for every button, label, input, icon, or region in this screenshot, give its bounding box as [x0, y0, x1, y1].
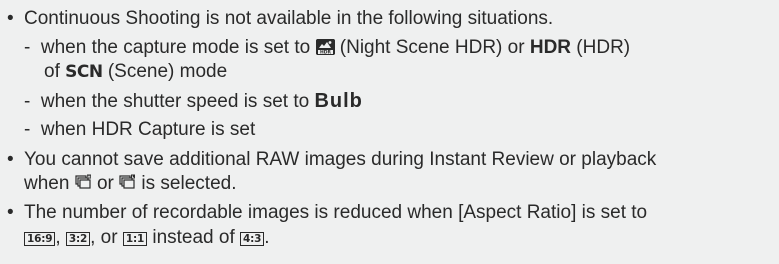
- separator: instead of: [147, 227, 241, 248]
- dash-marker: -: [24, 119, 31, 140]
- continuous-drive-lo-icon: L: [119, 174, 136, 191]
- svg-text:H: H: [87, 174, 90, 179]
- aspect-ratio-3-2-icon: 3:2: [65, 232, 91, 246]
- continuous-drive-hi-icon: H: [75, 174, 92, 191]
- bullet-2-text-b: or: [91, 173, 120, 194]
- sub-item-bulb: - when the shutter speed is set to Bulb: [24, 89, 363, 114]
- bullet-2-text-a: when: [24, 173, 75, 194]
- bullet-marker: •: [7, 8, 14, 29]
- scn-mode-label: SCN: [65, 62, 103, 82]
- bullet-1-text: Continuous Shooting is not available in …: [24, 8, 554, 29]
- sub-item-hdr-text: when HDR Capture is set: [40, 119, 256, 140]
- svg-text:HDR: HDR: [320, 50, 332, 56]
- dash-marker: -: [24, 37, 31, 58]
- period: .: [264, 227, 270, 248]
- bullet-marker: •: [7, 149, 14, 170]
- dash-marker: -: [24, 91, 31, 112]
- sub-item-text-a: when the capture mode is set to: [40, 37, 316, 58]
- sub-item-bulb-text: when the shutter speed is set to: [40, 91, 315, 112]
- sub-item-text-b: (Night Scene HDR) or: [334, 37, 530, 58]
- sub-item-text-d: of: [44, 61, 66, 82]
- aspect-ratio-4-3-icon: 4:3: [240, 232, 265, 246]
- sub-item-night-scene: - when the capture mode is set to HDR (N…: [24, 36, 630, 60]
- bullet-marker: •: [7, 202, 14, 223]
- separator: ,: [55, 227, 66, 248]
- bullet-3-line-1: The number of recordable images is reduc…: [24, 202, 648, 223]
- bullet-2-line-2: when H or L is selected.: [24, 172, 236, 196]
- bullet-3-line-2: 16:9, 3:2, or 1:1 instead of 4:3.: [24, 226, 270, 250]
- aspect-ratio-16-9-icon: 16:9: [24, 232, 56, 246]
- sub-item-text-c: (HDR): [571, 37, 631, 58]
- aspect-ratio-1-1-icon: 1:1: [122, 232, 148, 246]
- bulb-label: Bulb: [314, 90, 363, 112]
- bullet-2-text-c: is selected.: [136, 173, 237, 194]
- bullet-2-line-1: You cannot save additional RAW images du…: [24, 149, 657, 170]
- sub-item-hdr-capture: - when HDR Capture is set: [24, 118, 255, 142]
- separator: , or: [90, 227, 123, 248]
- sub-item-night-scene-cont: of SCN (Scene) mode: [44, 60, 227, 84]
- night-scene-hdr-icon: HDR: [315, 39, 335, 56]
- sub-item-text-e: (Scene) mode: [102, 61, 228, 82]
- hdr-mode-label: HDR: [529, 37, 572, 58]
